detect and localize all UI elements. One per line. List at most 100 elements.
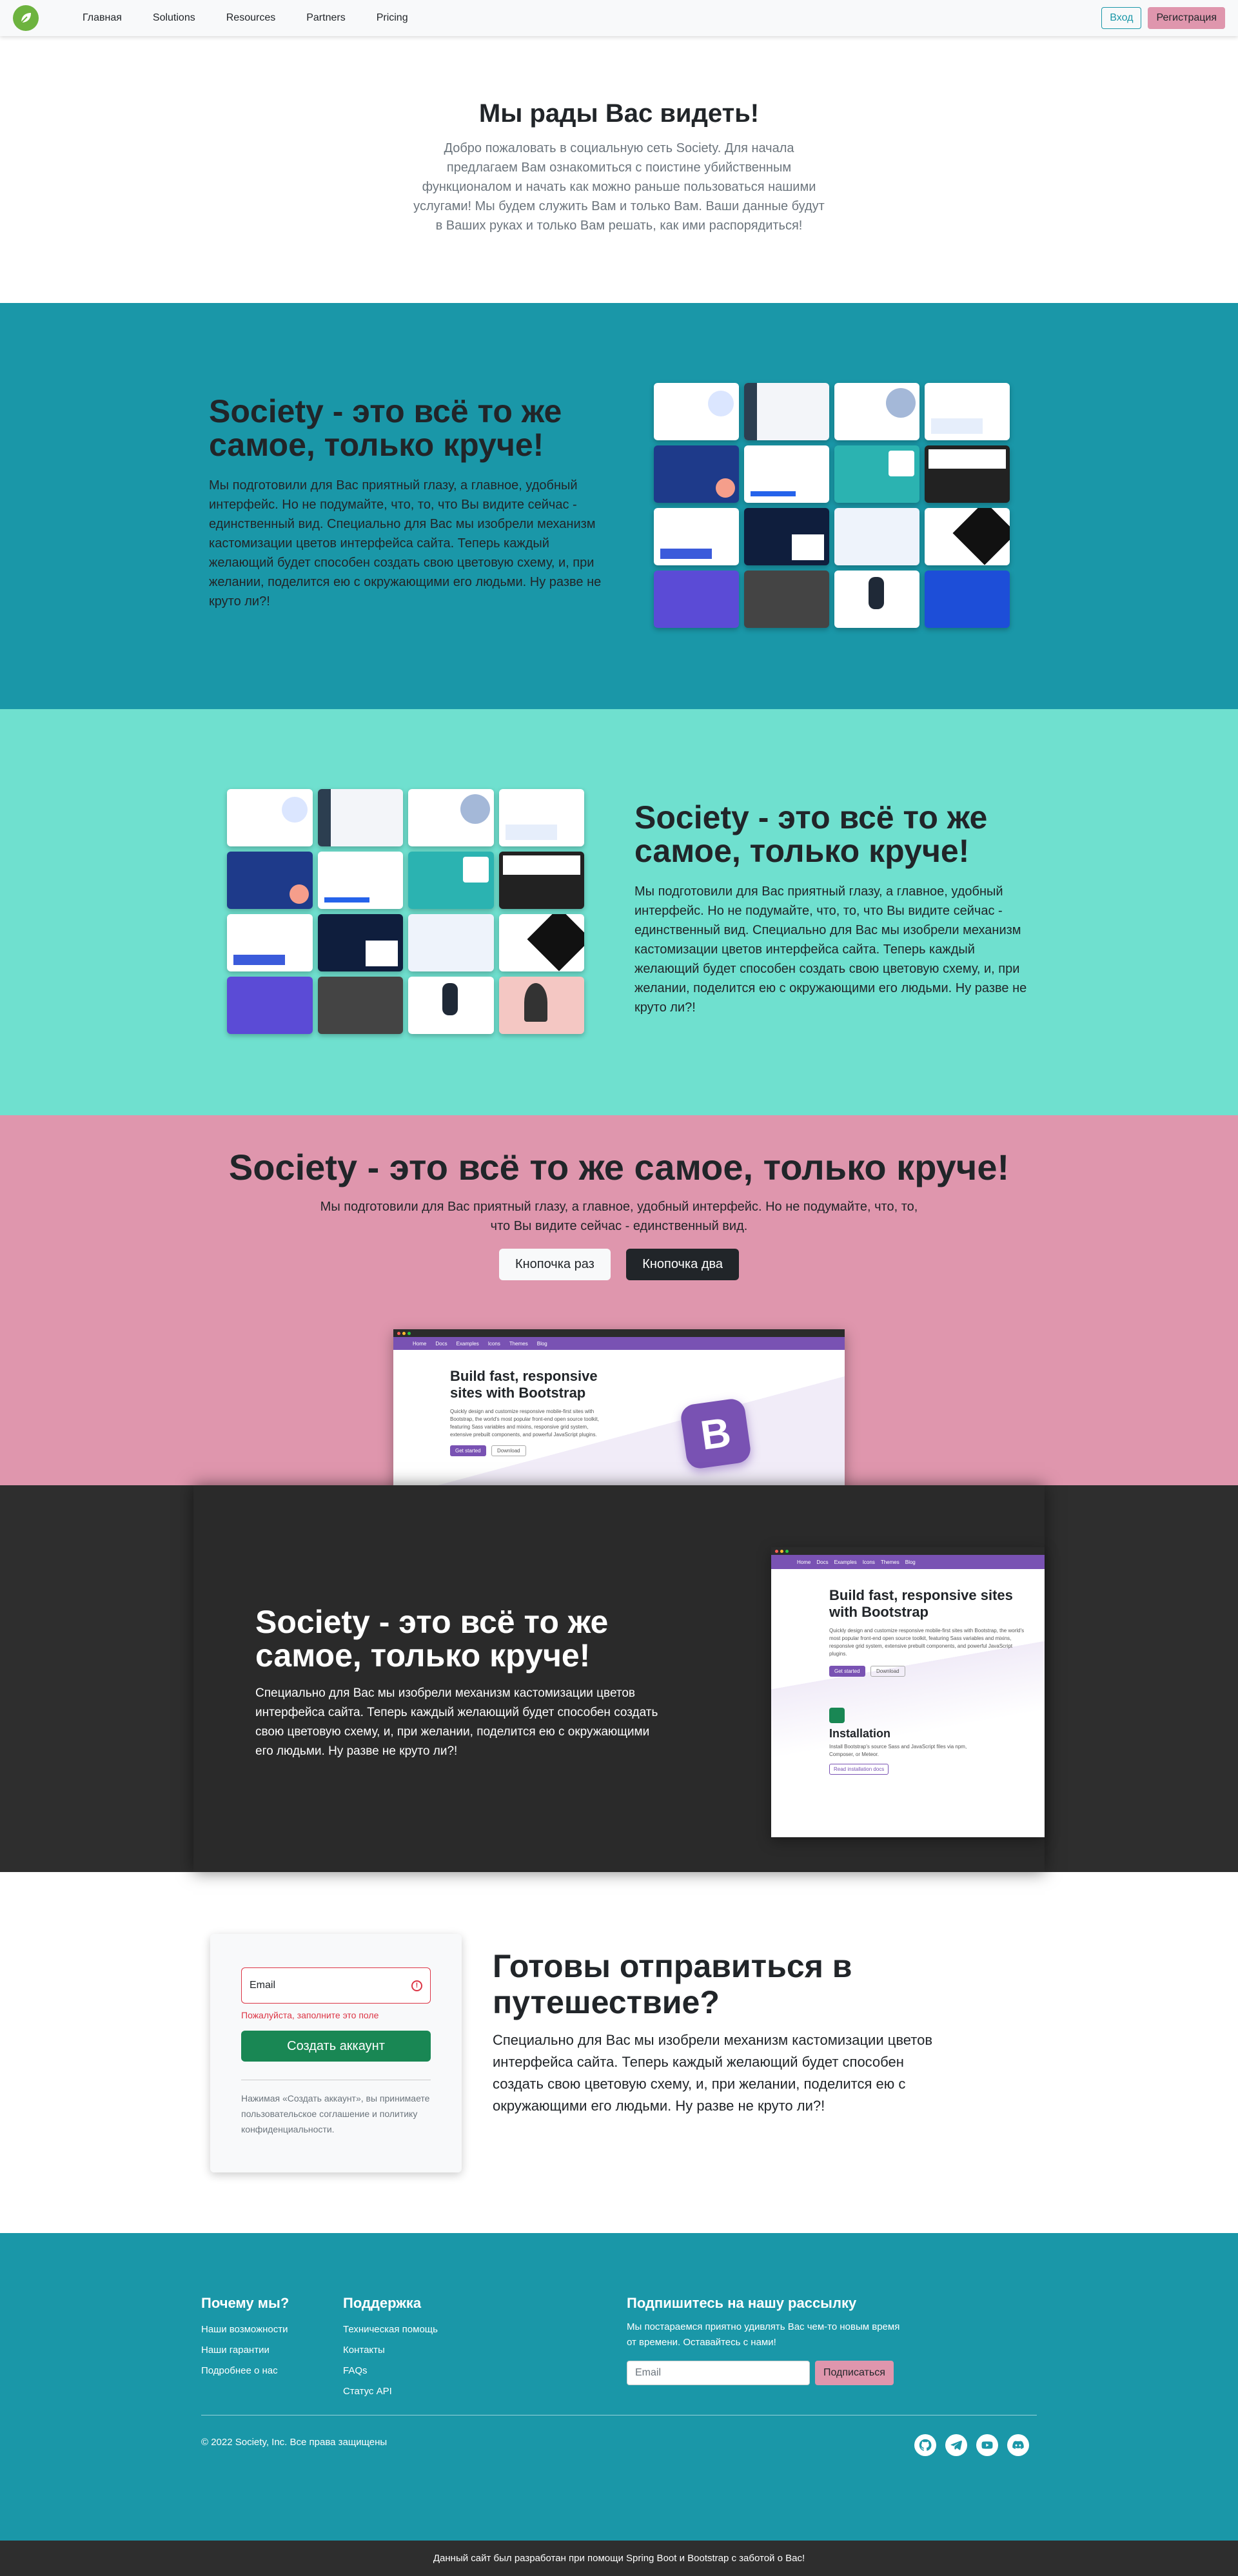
feature-title: Society - это всё то же самое, только кр… xyxy=(228,1147,1010,1187)
feature-text: Специально для Вас мы изобрели механизм … xyxy=(255,1686,658,1758)
bootstrap-navbar: Home Docs Examples Icons Themes Blog xyxy=(393,1337,845,1350)
signup-card: Email ! Пожалуйста, заполните это поле С… xyxy=(210,1934,462,2172)
bs-nav-item: Themes xyxy=(509,1340,528,1347)
spring-leaf-logo[interactable] xyxy=(13,5,39,31)
nav-link-pricing[interactable]: Pricing xyxy=(361,12,424,24)
newsletter-title: Подпишитесь на нашу рассылку xyxy=(627,2295,857,2311)
bootstrap-hero: Build fast, responsive sites with Bootst… xyxy=(771,1569,1045,1837)
bs-nav-item: Docs xyxy=(435,1340,447,1347)
bs-nav-item: Themes xyxy=(880,1559,899,1565)
feature-section-mint: Society - это всё то же самое, только кр… xyxy=(0,709,1238,1115)
bs-nav-item: Docs xyxy=(816,1559,829,1565)
login-button[interactable]: Вход xyxy=(1101,7,1142,29)
feature-text: Мы подготовили для Вас приятный глазу, а… xyxy=(634,884,1027,1015)
nav-links: Главная Solutions Resources Partners Pri… xyxy=(67,12,424,24)
error-icon: ! xyxy=(411,1980,422,1991)
signup-title: Готовы отправиться в путешествие? xyxy=(493,1948,852,2020)
theme-thumbnail xyxy=(227,914,313,971)
theme-thumbnail xyxy=(317,977,403,1034)
bootstrap-screenshot: Home Docs Examples Icons Themes Blog Bui… xyxy=(393,1329,845,1485)
theme-thumbnail xyxy=(925,383,1010,440)
newsletter-text: Мы постараемся приятно удивлять Вас чем-… xyxy=(627,2321,900,2348)
nav-link-partners[interactable]: Partners xyxy=(291,12,360,24)
theme-thumbnail xyxy=(744,445,829,503)
newsletter-email-input[interactable]: Email xyxy=(627,2361,810,2385)
theme-thumbnail xyxy=(317,914,403,971)
theme-thumbnail xyxy=(925,508,1010,565)
youtube-icon[interactable] xyxy=(976,2434,998,2456)
footer: Почему мы? Наши возможности Наши гаранти… xyxy=(0,2233,1238,2541)
bs-nav-item: Icons xyxy=(862,1559,875,1565)
bs-nav-item: Icons xyxy=(487,1340,500,1347)
browser-titlebar xyxy=(393,1329,845,1337)
email-error-message: Пожалуйста, заполните это поле xyxy=(241,2010,379,2020)
telegram-icon[interactable] xyxy=(945,2434,967,2456)
social-links xyxy=(914,2434,1029,2456)
theme-thumbnail xyxy=(498,977,584,1034)
feature-text: Мы подготовили для Вас приятный глазу, а… xyxy=(320,1200,918,1233)
footer-col-title: Почему мы? xyxy=(201,2295,290,2311)
feature-section-teal: Society - это всё то же самое, только кр… xyxy=(0,303,1238,709)
bs-text: Quickly design and customize responsive … xyxy=(829,1628,1025,1657)
theme-thumbnail xyxy=(834,383,919,440)
footer-link[interactable]: FAQs xyxy=(343,2361,438,2381)
theme-thumbnail xyxy=(654,508,739,565)
signup-email-field[interactable]: Email ! xyxy=(241,1967,431,2004)
theme-thumbnail xyxy=(498,852,584,909)
bs-nav-item: Examples xyxy=(456,1340,479,1347)
theme-thumbnail xyxy=(408,914,494,971)
theme-thumbnail xyxy=(227,789,313,846)
signup-text: Специально для Вас мы изобрели механизм … xyxy=(493,2032,933,2114)
footer-link[interactable]: Подробнее о нас xyxy=(201,2361,289,2381)
bs-nav-item: Blog xyxy=(905,1559,916,1565)
theme-thumbnail xyxy=(925,571,1010,628)
bs-install-text: Install Bootstrap's source Sass and Java… xyxy=(829,1744,967,1757)
footer-link[interactable]: Наши возможности xyxy=(201,2319,289,2340)
browser-titlebar xyxy=(771,1547,1045,1555)
nav-link-solutions[interactable]: Solutions xyxy=(137,12,211,24)
welcome-text: Добро пожаловать в социальную сеть Socie… xyxy=(413,141,825,233)
bootstrap-hero: Build fast, responsive sites with Bootst… xyxy=(393,1350,845,1485)
theme-thumbnail xyxy=(744,508,829,565)
footer-link[interactable]: Техническая помощь xyxy=(343,2319,438,2340)
button-one[interactable]: Кнопочка раз xyxy=(498,1249,611,1280)
create-account-button[interactable]: Создать аккаунт xyxy=(241,2031,431,2062)
theme-thumbnail xyxy=(408,977,494,1034)
footer-col-support: Поддержка Техническая помощь Контакты FA… xyxy=(343,2295,438,2402)
bottom-bar: Данный сайт был разработан при помощи Sp… xyxy=(0,2541,1238,2576)
theme-thumbnail xyxy=(744,571,829,628)
discord-icon[interactable] xyxy=(1007,2434,1029,2456)
theme-thumbnail xyxy=(227,852,313,909)
theme-thumbnail xyxy=(317,789,403,846)
footer-link[interactable]: Контакты xyxy=(343,2340,438,2361)
bs-get-started: Get started xyxy=(829,1666,865,1677)
bs-text: Quickly design and customize responsive … xyxy=(450,1409,599,1438)
footer-link[interactable]: Статус API xyxy=(343,2381,438,2402)
theme-thumbnail xyxy=(925,445,1010,503)
terms-text: Нажимая «Создать аккаунт», вы принимаете… xyxy=(241,2093,430,2134)
bs-download: Download xyxy=(491,1445,526,1456)
newsletter: Подпишитесь на нашу рассылку Мы постарае… xyxy=(627,2295,910,2385)
feature-section-dark: Society - это всё то же самое, только кр… xyxy=(0,1485,1238,1872)
bs-nav-item: Blog xyxy=(536,1340,547,1347)
nav-link-home[interactable]: Главная xyxy=(67,12,137,24)
welcome-title: Мы рады Вас видеть! xyxy=(478,99,760,128)
newsletter-form: Email Подписаться xyxy=(627,2361,910,2385)
feature-text: Мы подготовили для Вас приятный глазу, а… xyxy=(209,478,602,609)
theme-thumbnail xyxy=(498,789,584,846)
navbar: Главная Solutions Resources Partners Pri… xyxy=(0,0,1238,36)
subscribe-button[interactable]: Подписаться xyxy=(815,2361,894,2385)
bs-nav-item: Home xyxy=(797,1559,811,1565)
nav-link-resources[interactable]: Resources xyxy=(211,12,291,24)
copyright: © 2022 Society, Inc. Все права защищены xyxy=(201,2437,388,2448)
button-two[interactable]: Кнопочка два xyxy=(626,1249,740,1280)
bs-get-started: Get started xyxy=(450,1445,486,1456)
theme-thumbnail xyxy=(834,445,919,503)
footer-link[interactable]: Наши гарантии xyxy=(201,2340,289,2361)
bootstrap-screenshot: Home Docs Examples Icons Themes Blog Bui… xyxy=(771,1547,1045,1837)
github-icon[interactable] xyxy=(914,2434,936,2456)
auth-buttons: Вход Регистрация xyxy=(1101,7,1225,29)
register-button[interactable]: Регистрация xyxy=(1148,7,1225,29)
theme-thumbnail xyxy=(654,445,739,503)
theme-thumbnail xyxy=(834,508,919,565)
